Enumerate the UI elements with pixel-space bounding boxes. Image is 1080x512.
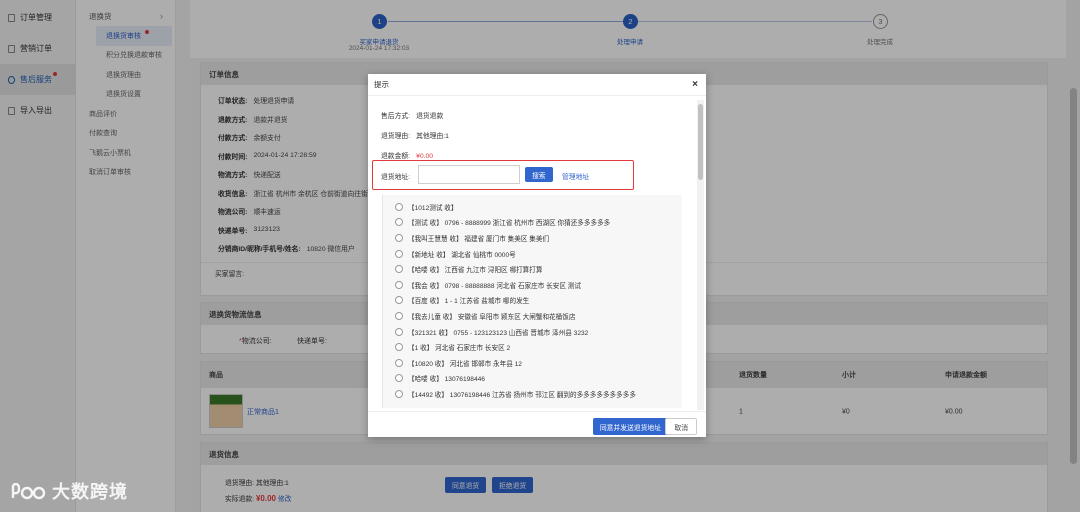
cancel-button[interactable]: 取消 [665, 418, 697, 435]
service-method-value: 退货退款 [416, 113, 444, 120]
watermark: 大数跨境 [10, 478, 128, 504]
radio-button[interactable] [395, 202, 403, 211]
address-list: 【1012测试 收】 【测试 收】 0796 - 8888999 浙江省 杭州市… [382, 195, 682, 408]
list-item[interactable]: 【1 收】 河北省 石家庄市 长安区 2 [383, 339, 682, 355]
refund-amount-row: 退款金额: ¥0.00 [381, 150, 433, 160]
list-item[interactable]: 【1012测试 收】 [383, 199, 682, 215]
radio-button[interactable] [395, 374, 403, 383]
list-item[interactable]: 【10820 收】 河北省 邯郸市 永年县 12 [383, 355, 682, 371]
radio-button[interactable] [395, 249, 403, 258]
search-button[interactable]: 搜索 [525, 167, 553, 182]
address-text: 【哈喽 收】 13076198446 [408, 376, 485, 384]
radio-button[interactable] [395, 358, 403, 367]
dialog-title: 提示 [368, 74, 706, 96]
return-reason-value: 其他理由:1 [416, 133, 449, 140]
list-item[interactable]: 【哈喽 收】 13076198446 [383, 371, 682, 387]
return-reason-label: 退货理由: [381, 133, 411, 140]
address-text: 【14492 收】 13076198446 江苏省 扬州市 邗江区 翻到的多多多… [408, 391, 636, 399]
return-address-label: 退货地址: [381, 174, 411, 181]
radio-button[interactable] [395, 296, 403, 305]
service-method-label: 售后方式: [381, 113, 411, 120]
radio-button[interactable] [395, 343, 403, 352]
address-text: 【10820 收】 河北省 邯郸市 永年县 12 [408, 360, 522, 368]
watermark-text: 大数跨境 [52, 482, 128, 502]
address-text: 【测试 收】 0796 - 8888999 浙江省 杭州市 西湖区 你猜还多多多… [408, 220, 611, 228]
address-search-input[interactable] [418, 165, 520, 184]
dialog-footer: 同意并发送退货地址 取消 [368, 411, 706, 437]
address-text: 【我叫王慧慧 收】 福建省 厦门市 集美区 集美们 [408, 235, 550, 243]
address-text: 【哈喽 收】 江西省 九江市 浔阳区 哪打算打算 [408, 267, 543, 275]
address-text: 【我会 收】 0798 - 88888888 河北省 石家庄市 长安区 测试 [408, 282, 581, 290]
return-reason-row: 退货理由: 其他理由:1 [381, 130, 449, 140]
address-text: 【1 收】 河北省 石家庄市 长安区 2 [408, 345, 511, 353]
address-text: 【我去儿童 收】 安徽省 阜阳市 颍东区 大闸蟹和花桶饭店 [408, 313, 576, 321]
radio-button[interactable] [395, 218, 403, 227]
radio-button[interactable] [395, 280, 403, 289]
list-item[interactable]: 【测试 收】 0796 - 8888999 浙江省 杭州市 西湖区 你猜还多多多… [383, 215, 682, 231]
list-item[interactable]: 【新地址 收】 湖北省 仙桃市 0000号 [383, 246, 682, 262]
radio-button[interactable] [395, 311, 403, 320]
list-item[interactable]: 【哈喽 收】 江西省 九江市 浔阳区 哪打算打算 [383, 261, 682, 277]
address-text: 【1012测试 收】 [408, 204, 458, 212]
list-item[interactable]: 【我叫王慧慧 收】 福建省 厦门市 集美区 集美们 [383, 230, 682, 246]
close-icon[interactable]: × [692, 79, 698, 90]
list-item[interactable]: 【我会 收】 0798 - 88888888 河北省 石家庄市 长安区 测试 [383, 277, 682, 293]
list-item[interactable]: 【14492 收】 13076198446 江苏省 扬州市 邗江区 翻到的多多多… [383, 386, 682, 402]
address-text: 【321321 收】 0755 - 123123123 山西省 晋城市 泽州县 … [408, 329, 589, 337]
dialog-scrollbar-thumb[interactable] [698, 104, 703, 180]
service-method-row: 售后方式: 退货退款 [381, 110, 443, 120]
refund-amount-label: 退款金额: [381, 153, 411, 160]
refund-amount-value: ¥0.00 [416, 153, 434, 160]
list-item[interactable]: 【321321 收】 0755 - 123123123 山西省 晋城市 泽州县 … [383, 324, 682, 340]
confirm-send-address-button[interactable]: 同意并发送退货地址 [592, 418, 668, 435]
address-text: 【百度 收】 1 - 1 江苏省 盐城市 哪的发生 [408, 298, 530, 306]
brand-logo-icon [11, 482, 46, 500]
return-address-dialog: 提示 × 售后方式: 退货退款 退货理由: 其他理由:1 退款金额: ¥0.00 退货… [368, 74, 706, 437]
radio-button[interactable] [395, 233, 403, 242]
list-item[interactable]: 【我去儿童 收】 安徽省 阜阳市 颍东区 大闸蟹和花桶饭店 [383, 308, 682, 324]
list-item[interactable]: 【百度 收】 1 - 1 江苏省 盐城市 哪的发生 [383, 293, 682, 309]
radio-button[interactable] [395, 265, 403, 274]
radio-button[interactable] [395, 327, 403, 336]
address-text: 【新地址 收】 湖北省 仙桃市 0000号 [408, 251, 516, 259]
manage-address-link[interactable]: 管理地址 [562, 171, 589, 181]
radio-button[interactable] [395, 389, 403, 398]
